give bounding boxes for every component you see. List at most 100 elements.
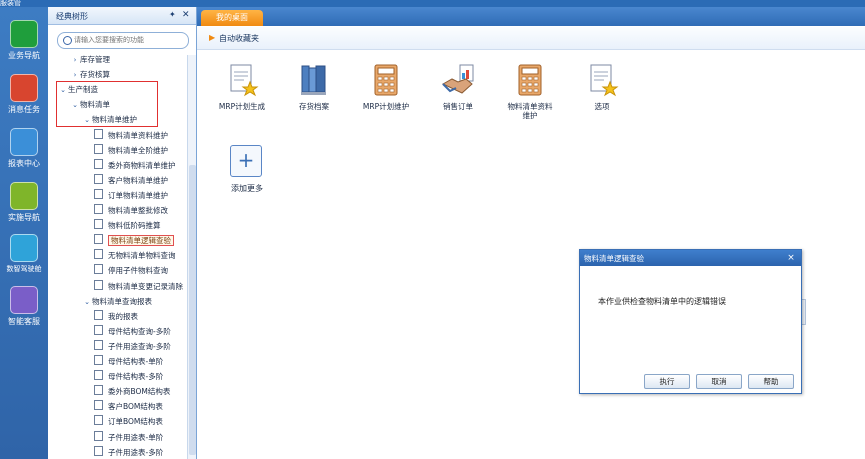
cancel-button[interactable]: 取消 — [696, 374, 742, 389]
tree-leaf-node[interactable]: 客户BOM结构表 — [94, 400, 163, 414]
tree-leaf-node[interactable]: 物料清单变更记录清除 — [94, 280, 183, 294]
tree-leaf-node[interactable]: 订单物料清单维护 — [94, 189, 168, 203]
favorite-item[interactable]: MRP计划生成 — [207, 62, 277, 111]
tree-leaf-node[interactable]: 母件结构表-单阶 — [94, 355, 163, 369]
tree-leaf-node[interactable]: 无物料清单物料查询 — [94, 249, 176, 263]
nav-button-1[interactable]: 业务导航 — [0, 17, 48, 71]
pin-icon[interactable]: ✦ — [169, 10, 177, 20]
tree-leaf-node[interactable]: 客户物料清单维护 — [94, 174, 168, 188]
tree-node-label: 子件用途表-单阶 — [108, 433, 164, 442]
tree-node-label: 订单物料清单维护 — [108, 191, 168, 200]
document-icon — [94, 340, 103, 350]
document-icon — [94, 280, 103, 290]
tree-leaf-node[interactable]: 物料清单资料维护 — [94, 129, 168, 143]
favorites-label[interactable]: 自动收藏夹 — [219, 33, 259, 44]
tree-scrollbar[interactable] — [187, 55, 196, 459]
tree-node-label: 物料清单全阶维护 — [108, 146, 168, 155]
nav-button-3[interactable]: 报表中心 — [0, 125, 48, 179]
tree-panel-title: 经典树形 — [56, 12, 88, 21]
favorite-item[interactable]: 物料清单资料维护 — [495, 62, 565, 120]
dialog-message: 本作业供检查物料清单中的逻辑错误 — [598, 297, 726, 306]
tree-leaf-node[interactable]: 订单BOM结构表 — [94, 415, 163, 429]
tree-node-label: 物料清单资料维护 — [108, 131, 168, 140]
dialog-titlebar[interactable]: 物料清单逻辑查验 × — [580, 250, 801, 266]
tree-leaf-node[interactable]: 子件用途查询-多阶 — [94, 340, 171, 354]
document-icon — [94, 431, 103, 441]
tree-node-label: 物料低阶码推算 — [108, 221, 161, 230]
document-icon — [94, 264, 103, 274]
tree-node-label: 存货核算 — [80, 70, 110, 79]
document-icon — [94, 204, 103, 214]
compass-icon — [10, 182, 38, 210]
tree-node-label: 委外商物料清单维护 — [108, 161, 176, 170]
tree-leaf-node[interactable]: 物料清单逻辑查验 — [94, 234, 174, 248]
nav-button-label: 实施导航 — [8, 213, 40, 222]
tree-node-label: 母件结构查询-多阶 — [108, 327, 171, 336]
tree-scrollbar-thumb[interactable] — [189, 165, 196, 455]
tree-node-label: 母件结构表-单阶 — [108, 357, 164, 366]
dialog-title: 物料清单逻辑查验 — [584, 254, 644, 263]
tree-leaf-node[interactable]: 母件结构表-多阶 — [94, 370, 163, 384]
favorite-item[interactable]: MRP计划维护 — [351, 62, 421, 111]
search-input[interactable] — [74, 34, 184, 46]
favorite-label: MRP计划生成 — [218, 102, 266, 111]
tree-folder-node[interactable]: › 存货核算 — [70, 68, 110, 82]
search-icon — [63, 36, 72, 45]
tree-folder-node[interactable]: ⌄ 物料清单查询报表 — [82, 295, 152, 309]
document-icon — [94, 370, 103, 380]
nav-button-label: 消息任务 — [8, 105, 40, 114]
nav-button-2[interactable]: 消息任务 — [0, 71, 48, 125]
tree-node-label: 库存管理 — [80, 55, 110, 64]
add-more-button[interactable]: + — [230, 145, 262, 177]
favorite-item[interactable]: 销售订单 — [423, 62, 493, 111]
tab-my-desktop[interactable]: 我的桌面 — [201, 10, 263, 26]
tree-node-label: 物料清单逻辑查验 — [108, 235, 174, 246]
tree-leaf-node[interactable]: 子件用途表-单阶 — [94, 431, 163, 445]
sitemap-icon — [10, 20, 38, 48]
document-icon — [94, 415, 103, 425]
tree-leaf-node[interactable]: 母件结构查询-多阶 — [94, 325, 171, 339]
tree-node-label: 物料清单变更记录清除 — [108, 282, 183, 291]
tree-search-box[interactable] — [57, 32, 189, 49]
tree-node-label: 子件用途查询-多阶 — [108, 342, 171, 351]
tree-leaf-node[interactable]: 停用子件物料查询 — [94, 264, 168, 278]
chevron-right-icon[interactable]: › — [70, 53, 80, 67]
tree-leaf-node[interactable]: 物料低阶码推算 — [94, 219, 161, 233]
nav-button-label: 业务导航 — [8, 51, 40, 60]
nav-button-6[interactable]: 智能客服 — [0, 283, 48, 337]
nav-button-4[interactable]: 实施导航 — [0, 179, 48, 233]
favorite-item[interactable]: 存货档案 — [279, 62, 349, 111]
tree-panel: 经典树形 ✦ ✕ ›库存管理›存货核算⌄生产制造⌄物料清单⌄物料清单维护物料清单… — [48, 7, 197, 459]
tree-leaf-node[interactable]: 子件用途表-多阶 — [94, 446, 163, 459]
tree-node-label: 物料清单整批修改 — [108, 206, 168, 215]
tree-node-label: 我的报表 — [108, 312, 138, 321]
help-button[interactable]: 帮助 — [748, 374, 794, 389]
tree-leaf-node[interactable]: 物料清单全阶维护 — [94, 144, 168, 158]
bom-logic-check-dialog: 物料清单逻辑查验 × 本作业供检查物料清单中的逻辑错误 执行 取消 帮助 — [579, 249, 802, 394]
document-icon — [94, 249, 103, 259]
execute-button[interactable]: 执行 — [644, 374, 690, 389]
chevron-right-icon[interactable]: › — [70, 68, 80, 82]
chevron-down-icon[interactable]: ⌄ — [82, 295, 92, 309]
tree-node-label: 委外商BOM结构表 — [108, 387, 171, 396]
doc-star-icon — [584, 62, 620, 98]
add-more-label[interactable]: 添加更多 — [217, 183, 277, 194]
app-title-fragment: 服装管 — [0, 0, 21, 7]
favorites-bar: ▶ 自动收藏夹 — [197, 27, 865, 50]
favorite-label: 销售订单 — [443, 102, 473, 111]
close-icon[interactable]: ✕ — [182, 10, 192, 20]
tree-leaf-node[interactable]: 委外商BOM结构表 — [94, 385, 170, 399]
tree-leaf-node[interactable]: 委外商物料清单维护 — [94, 159, 176, 173]
tree-panel-header: 经典树形 ✦ ✕ — [48, 7, 196, 25]
nav-button-5[interactable]: 数智驾驶舱 — [0, 231, 48, 285]
tree-node-label: 订单BOM结构表 — [108, 417, 163, 426]
document-icon — [94, 189, 103, 199]
document-icon — [94, 385, 103, 395]
document-icon — [94, 219, 103, 229]
favorite-item[interactable]: 选项 — [567, 62, 637, 111]
play-arrow-icon: ▶ — [209, 33, 216, 42]
close-icon[interactable]: × — [785, 252, 797, 264]
tree-leaf-node[interactable]: 我的报表 — [94, 310, 138, 324]
tree-folder-node[interactable]: › 库存管理 — [70, 53, 110, 67]
tree-leaf-node[interactable]: 物料清单整批修改 — [94, 204, 168, 218]
